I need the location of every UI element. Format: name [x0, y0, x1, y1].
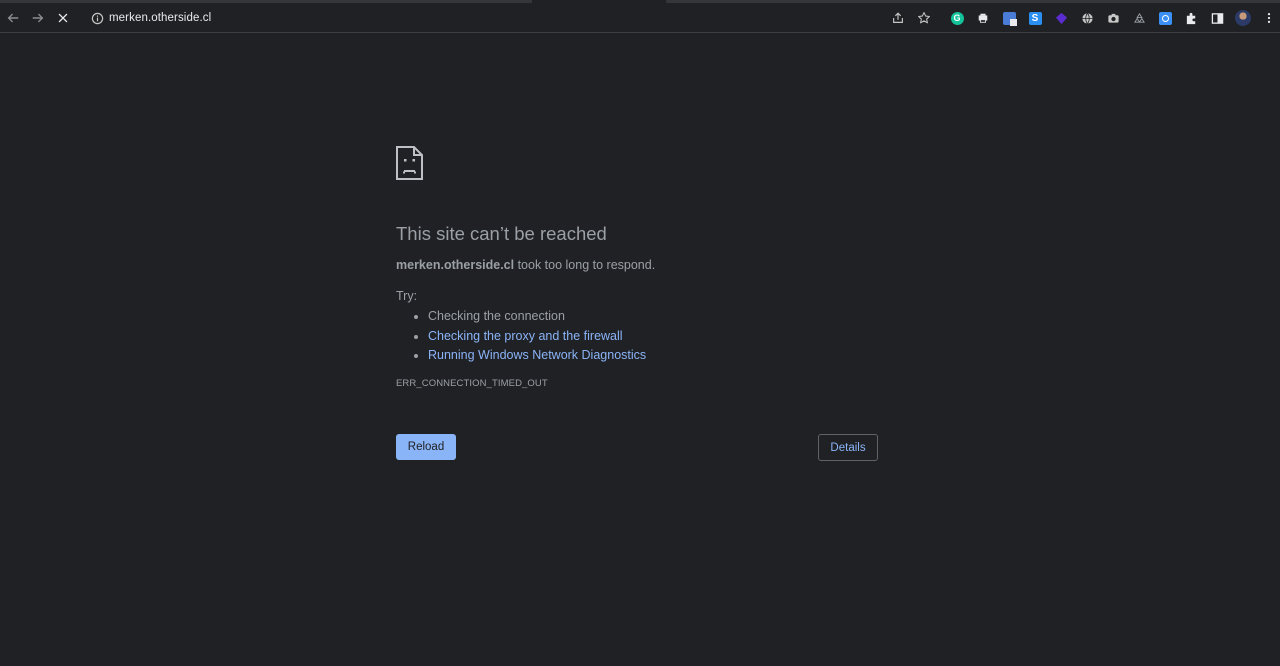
error-heading: This site can’t be reached [396, 223, 607, 244]
share-icon[interactable] [890, 10, 906, 26]
error-description: merken.otherside.cl took too long to res… [396, 257, 878, 273]
arrow-left-icon [7, 13, 18, 22]
gem-extension-icon[interactable] [1048, 6, 1074, 30]
star-icon[interactable] [916, 10, 932, 26]
arrow-right-icon [32, 13, 43, 22]
suggestion-proxy-firewall-link[interactable]: Checking the proxy and the firewall [428, 329, 623, 343]
translate-extension-icon[interactable] [996, 6, 1022, 30]
avatar [1235, 10, 1251, 26]
browser-toolbar: merken.otherside.cl G S [0, 3, 1280, 33]
reload-button[interactable]: Reload [396, 434, 456, 460]
close-icon [58, 13, 67, 22]
menu-button[interactable] [1256, 6, 1280, 30]
error-host: merken.otherside.cl [396, 258, 515, 272]
profile-avatar[interactable] [1230, 6, 1256, 30]
extensions-puzzle-icon[interactable] [1178, 6, 1204, 30]
error-content: This site can’t be reached merken.others… [396, 146, 878, 389]
try-label: Try: [396, 289, 418, 303]
error-code: ERR_CONNECTION_TIMED_OUT [396, 377, 548, 389]
suggestion-network-diagnostics-item: Running Windows Network Diagnostics [428, 346, 878, 366]
printer-extension-icon[interactable] [970, 6, 996, 30]
error-message: took too long to respond. [514, 258, 656, 272]
s-extension-icon[interactable]: S [1022, 6, 1048, 30]
recycle-extension-icon[interactable] [1126, 6, 1152, 30]
address-bar[interactable]: merken.otherside.cl [82, 5, 938, 31]
error-buttons: Reload Details [396, 434, 878, 462]
suggestion-proxy-firewall-item: Checking the proxy and the firewall [428, 327, 878, 347]
side-panel-icon[interactable] [1204, 6, 1230, 30]
stop-button[interactable] [50, 5, 75, 31]
url-text[interactable]: merken.otherside.cl [109, 12, 211, 24]
suggestion-check-connection: Checking the connection [428, 307, 878, 327]
details-button[interactable]: Details [818, 434, 878, 461]
grammarly-extension-icon[interactable]: G [944, 6, 970, 30]
screen-extension-icon[interactable] [1152, 6, 1178, 30]
sad-document-icon [396, 146, 423, 180]
suggestion-network-diagnostics-link[interactable]: Running Windows Network Diagnostics [428, 348, 646, 362]
extensions-area: G S [944, 6, 1280, 30]
forward-button[interactable] [25, 5, 50, 31]
info-icon[interactable] [90, 11, 104, 25]
camera-extension-icon[interactable] [1100, 6, 1126, 30]
more-vert-icon [1267, 13, 1271, 23]
suggestions-list: Checking the connection Checking the pro… [396, 307, 878, 366]
globe-extension-icon[interactable] [1074, 6, 1100, 30]
back-button[interactable] [0, 5, 25, 31]
